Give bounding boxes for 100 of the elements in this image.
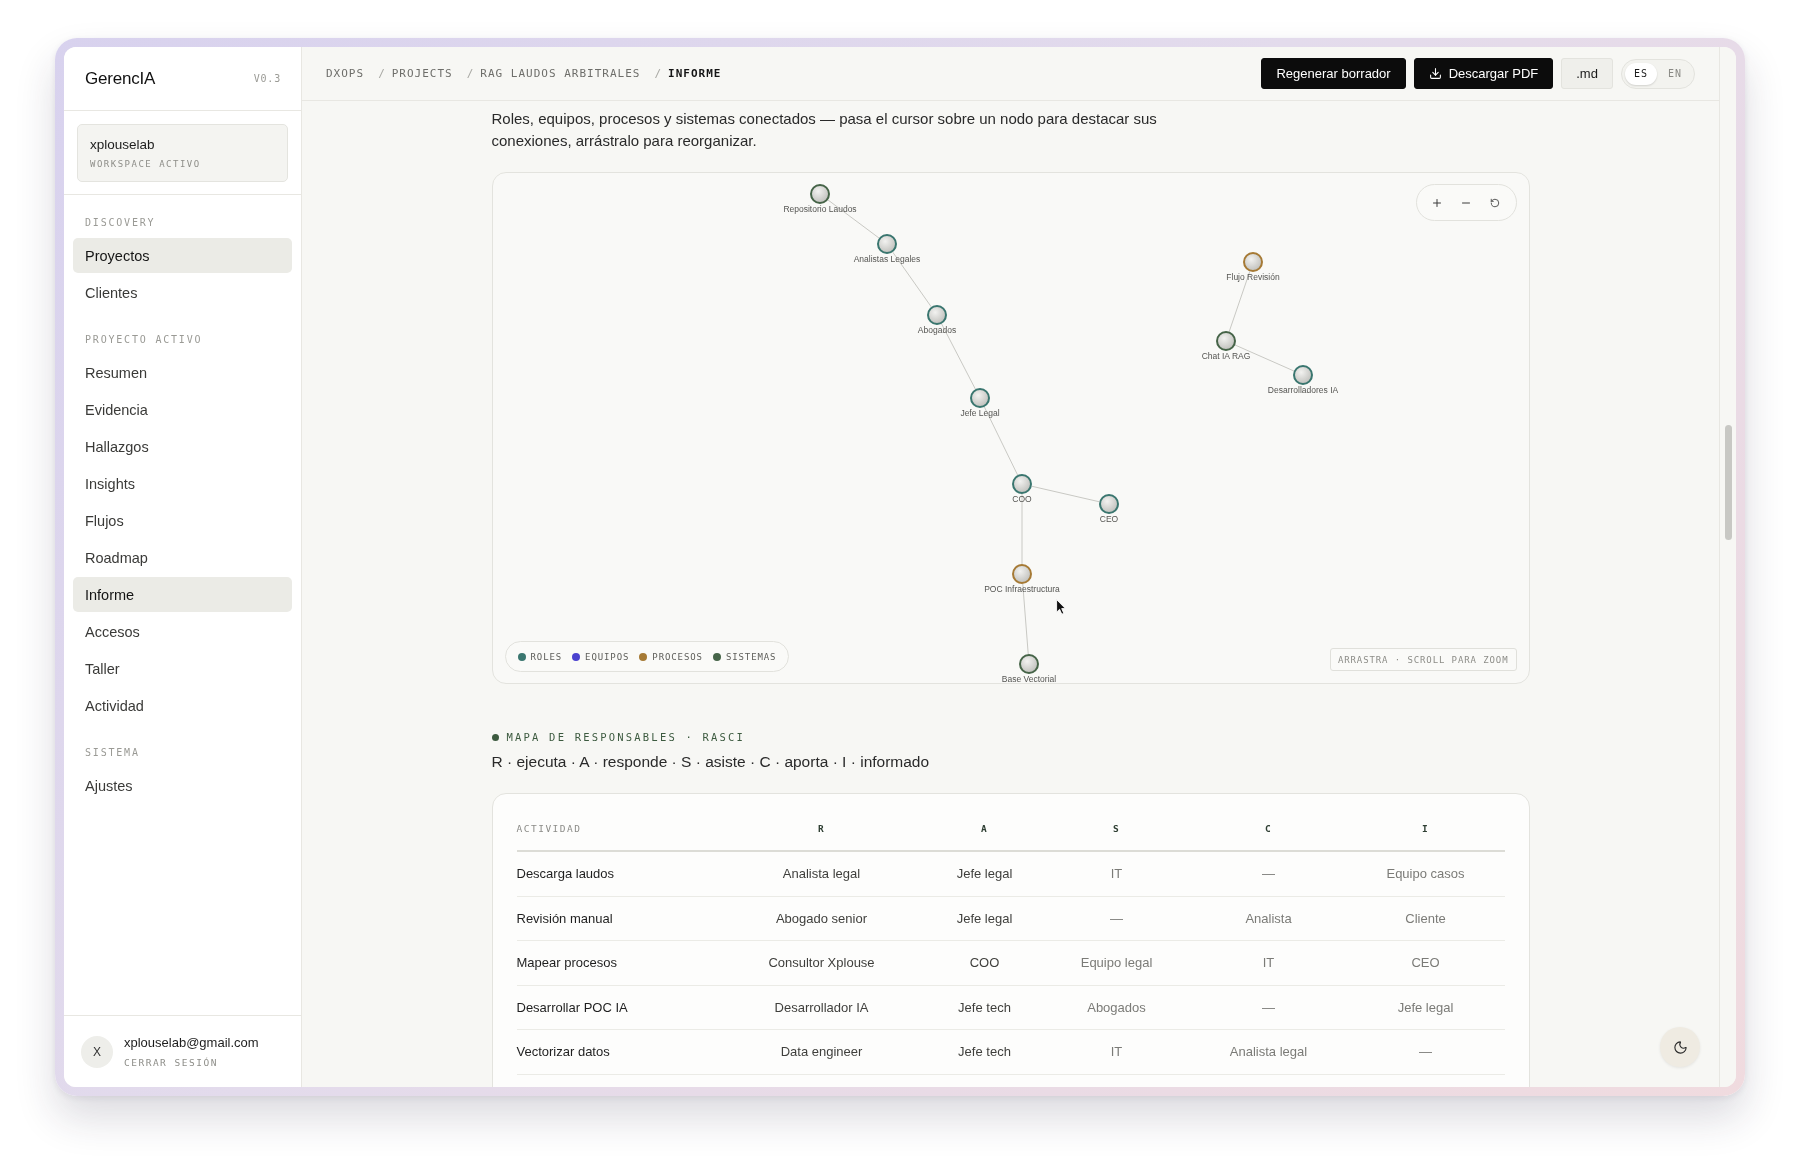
- graph-node[interactable]: [1215, 331, 1236, 351]
- node-label: Chat IA RAG: [1201, 351, 1250, 361]
- graph-node[interactable]: [969, 388, 990, 408]
- connector-line: [891, 251, 932, 308]
- node-label: COO: [1011, 494, 1032, 504]
- workspace-card[interactable]: xplouselab WORKSPACE ACTIVO: [77, 124, 288, 182]
- plus-icon: [1431, 196, 1443, 209]
- table-cell: —: [1262, 866, 1275, 882]
- table-cell: Jefe legal: [956, 910, 1013, 926]
- table-cell: Revisión manual: [516, 910, 613, 926]
- graph-node[interactable]: [1242, 252, 1263, 272]
- node-label: Abogados: [917, 325, 956, 335]
- workspace-caption: WORKSPACE ACTIVO: [90, 157, 202, 171]
- table-cell: IT: [1110, 866, 1123, 882]
- zoom-hint: ARRASTRA · SCROLL PARA ZOOM: [1329, 648, 1517, 671]
- table-cell: —: [1262, 999, 1275, 1015]
- breadcrumb-separator: /: [466, 67, 474, 80]
- nav-item[interactable]: Evidencia: [73, 392, 292, 427]
- reset-icon: [1490, 197, 1500, 208]
- breadcrumb-link[interactable]: RAG LAUDOS ARBITRALES: [480, 67, 641, 80]
- column-header: S: [1112, 822, 1121, 834]
- graph-node[interactable]: [1011, 564, 1032, 584]
- node-label: Analistas Legales: [853, 254, 920, 264]
- nav-item[interactable]: Proyectos: [73, 238, 292, 273]
- graph-node[interactable]: [1292, 365, 1313, 385]
- node-label: Desarrolladores IA: [1267, 385, 1338, 395]
- table-cell: Mapear procesos: [516, 955, 617, 971]
- node-label: POC Infraestructura: [983, 584, 1060, 594]
- download-button[interactable]: Descargar PDF: [1413, 58, 1554, 89]
- connector-line: [1030, 485, 1100, 503]
- nav-item[interactable]: Ajustes: [73, 768, 292, 803]
- section-label: SISTEMA: [84, 746, 140, 760]
- graph-node[interactable]: [876, 234, 897, 254]
- moon-icon: [1672, 1039, 1688, 1055]
- table-cell: Desarrollador IA: [774, 999, 869, 1015]
- graph-node[interactable]: [1018, 654, 1039, 674]
- language-option[interactable]: ES: [1624, 62, 1657, 85]
- table-cell: Jefe legal: [956, 866, 1013, 882]
- nav-item[interactable]: Flujos: [73, 503, 292, 538]
- graph-description: Roles, equipos, procesos y sistemas conectados — pasa el cursor sobre un nodo para destacar sus conexiones, arrástralo para reorganizar.: [491, 109, 1158, 151]
- table-cell: Desarrollar POC IA: [516, 999, 628, 1015]
- column-header: I: [1421, 822, 1430, 834]
- breadcrumb-link[interactable]: INFORME: [668, 67, 722, 80]
- section-label: PROYECTO ACTIVO: [84, 333, 203, 347]
- connector-line: [827, 199, 879, 239]
- legend-label: PROCESOS: [652, 651, 703, 662]
- node-label: Repositorio Laudos: [782, 204, 857, 214]
- nav-item[interactable]: Informe: [73, 577, 292, 612]
- table-cell: Jefe tech: [958, 999, 1011, 1015]
- version-label: V0.3: [253, 73, 281, 84]
- section-dot-icon: [491, 733, 499, 741]
- legend-label: EQUIPOS: [585, 651, 630, 662]
- nav-item[interactable]: Insights: [73, 466, 292, 501]
- action-button[interactable]: Regenerar borrador: [1261, 58, 1406, 89]
- table-cell: IT: [1262, 955, 1275, 971]
- table-cell: Consultor Xplouse: [768, 955, 875, 971]
- table-cell: Data engineer: [780, 1044, 863, 1060]
- graph-node[interactable]: [1098, 494, 1119, 514]
- nav-item[interactable]: Roadmap: [73, 540, 292, 575]
- nav-item[interactable]: Taller: [73, 651, 292, 686]
- table-cell: Analista: [1245, 910, 1292, 926]
- connector-line: [1234, 344, 1294, 372]
- legend-label: ROLES: [530, 651, 563, 662]
- column-header: ACTIVIDAD: [516, 822, 582, 834]
- graph-node[interactable]: [1011, 474, 1032, 494]
- table-cell: CEO: [1411, 955, 1440, 971]
- legend-label: SISTEMAS: [725, 651, 777, 662]
- table-cell: COO: [969, 955, 1000, 971]
- download-icon: [1428, 67, 1442, 80]
- table-cell: —: [1419, 1044, 1432, 1060]
- graph-node[interactable]: [809, 184, 830, 204]
- action-button[interactable]: .md: [1561, 58, 1613, 89]
- table-cell: Descarga laudos: [516, 866, 615, 882]
- table-cell: Abogado senior: [775, 910, 868, 926]
- section-label: DISCOVERY: [84, 216, 156, 230]
- logout-link[interactable]: CERRAR SESIÓN: [124, 1056, 218, 1069]
- node-label: Flujo Revisión: [1225, 272, 1280, 282]
- nav-item[interactable]: Hallazgos: [73, 429, 292, 464]
- table-cell: Equipo casos: [1386, 866, 1465, 882]
- nav-item[interactable]: Clientes: [73, 275, 292, 310]
- table-cell: IT: [1110, 1044, 1123, 1060]
- theme-toggle-button[interactable]: [1660, 1027, 1700, 1067]
- nav-item[interactable]: Accesos: [73, 614, 292, 649]
- breadcrumb-link[interactable]: DXOPS: [326, 67, 365, 80]
- node-label: Base Vectorial: [1001, 674, 1056, 683]
- column-header: A: [980, 822, 989, 834]
- graph-node[interactable]: [926, 305, 947, 325]
- column-header: R: [817, 822, 826, 834]
- table-cell: Analista legal: [782, 866, 861, 882]
- nav-item[interactable]: Resumen: [73, 355, 292, 390]
- node-label: Jefe Legal: [959, 408, 1000, 418]
- table-cell: Analista legal: [1229, 1044, 1308, 1060]
- table-cell: Equipo legal: [1080, 955, 1153, 971]
- table-cell: Abogados: [1087, 999, 1146, 1015]
- breadcrumb-separator: /: [378, 67, 385, 80]
- nav-item[interactable]: Actividad: [73, 688, 292, 723]
- scrollbar-thumb[interactable]: [1724, 425, 1732, 540]
- table-cell: Jefe legal: [1397, 999, 1454, 1015]
- table-cell: —: [1110, 910, 1123, 926]
- breadcrumb-link[interactable]: PROJECTS: [391, 67, 453, 80]
